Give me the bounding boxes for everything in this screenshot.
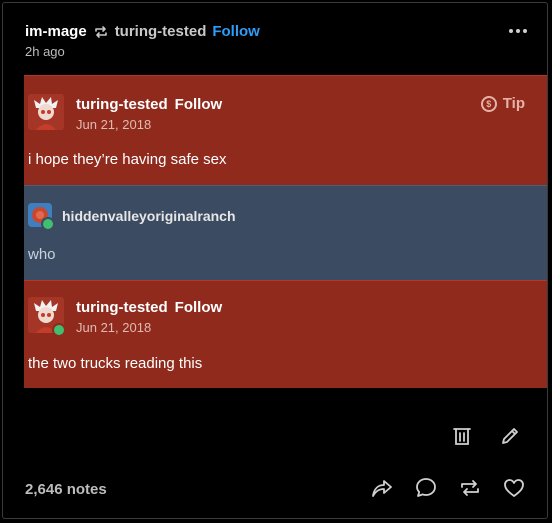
post-header: im-mage turing-tested Follow 2h ago xyxy=(3,3,547,77)
reblog-badge-icon xyxy=(41,217,55,231)
like-icon[interactable] xyxy=(501,475,527,501)
post-actions xyxy=(369,475,527,501)
trail-date: Jun 21, 2018 xyxy=(76,320,152,335)
post-card: im-mage turing-tested Follow 2h ago turi… xyxy=(2,2,548,519)
post-tools xyxy=(449,423,523,449)
post-timestamp: 2h ago xyxy=(25,44,65,59)
trail-item: turing-tested Follow Jun 21, 2018 i hope… xyxy=(24,75,547,185)
trail-username[interactable]: turing-tested xyxy=(76,299,168,316)
trail-text: the two trucks reading this xyxy=(28,355,203,372)
trail-text: i hope they’re having safe sex xyxy=(28,151,227,168)
trail-text: who xyxy=(28,246,56,263)
avatar[interactable] xyxy=(28,94,64,130)
trail-author: turing-tested Follow xyxy=(76,299,222,316)
notes-count[interactable]: 2,646 notes xyxy=(25,481,107,498)
follow-button[interactable]: Follow xyxy=(212,23,260,40)
trail-item: turing-tested Follow Jun 21, 2018 the tw… xyxy=(24,280,547,388)
more-icon[interactable] xyxy=(509,29,527,33)
reblog-icon[interactable] xyxy=(457,475,483,501)
reply-icon[interactable] xyxy=(413,475,439,501)
edit-icon[interactable] xyxy=(497,423,523,449)
trail-author: turing-tested Follow xyxy=(76,96,222,113)
share-icon[interactable] xyxy=(369,475,395,501)
delete-icon[interactable] xyxy=(449,423,475,449)
reblog-badge-icon xyxy=(52,323,66,337)
tip-button[interactable]: $ Tip xyxy=(480,95,525,112)
trail-username[interactable]: turing-tested xyxy=(76,96,168,113)
tip-label: Tip xyxy=(502,95,525,112)
poster-username[interactable]: im-mage xyxy=(25,23,87,40)
follow-button[interactable]: Follow xyxy=(175,299,223,316)
trail-date: Jun 21, 2018 xyxy=(76,117,152,132)
tip-icon: $ xyxy=(480,95,497,112)
post-attribution: im-mage turing-tested Follow xyxy=(25,23,260,40)
trail-username[interactable]: hiddenvalleyoriginalranch xyxy=(62,208,236,224)
reblog-icon xyxy=(93,24,109,40)
source-username[interactable]: turing-tested xyxy=(115,23,207,40)
follow-button[interactable]: Follow xyxy=(175,96,223,113)
trail-item: hiddenvalleyoriginalranch who xyxy=(24,185,547,280)
